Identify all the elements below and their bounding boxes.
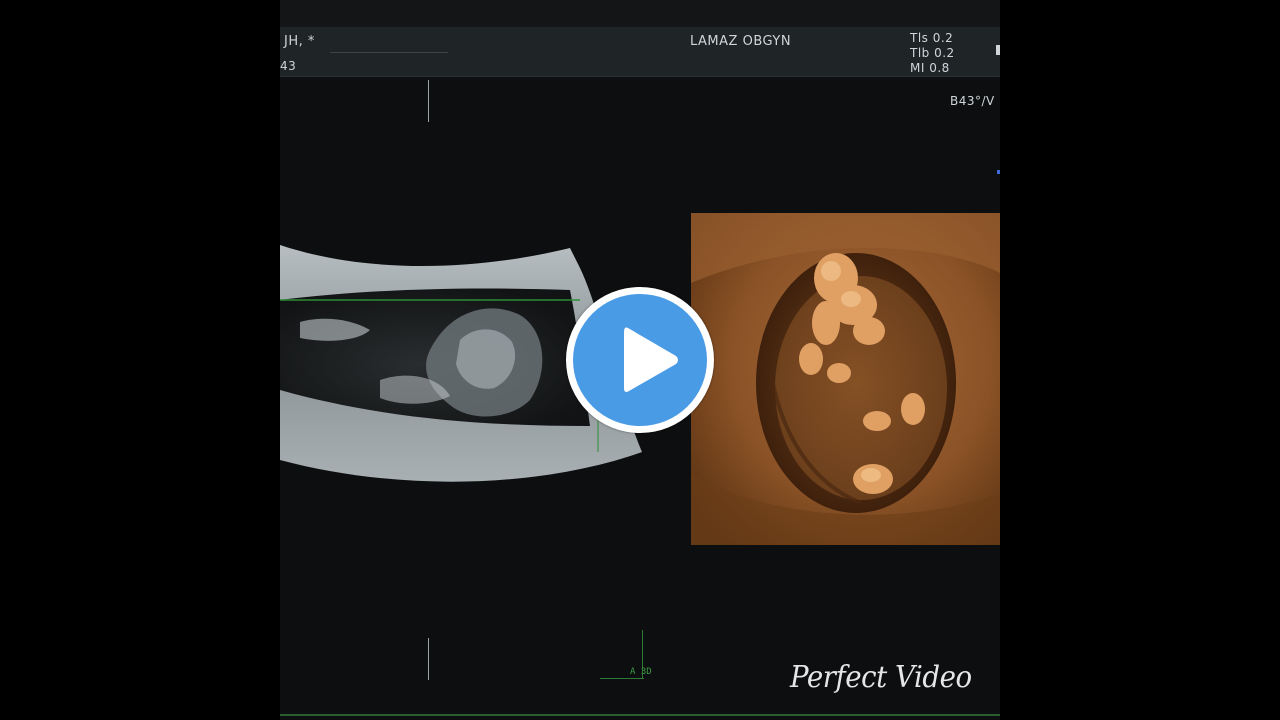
orientation-marker	[997, 170, 1000, 174]
header-divider	[330, 52, 448, 53]
thermal-indices: Tls 0.2 Tlb 0.2 MI 0.8	[910, 31, 955, 76]
video-thumbnail: JH, * 43 LAMAZ OBGYN Tls 0.2 Tlb 0.2 MI …	[0, 0, 1280, 720]
3d-rendered-fetus-image	[691, 213, 1000, 545]
bottom-baseline	[600, 678, 644, 679]
top-scan-marker	[428, 80, 429, 122]
monitor-top-strip	[280, 0, 1000, 27]
ultrasound-header-bar: JH, * 43 LAMAZ OBGYN Tls 0.2 Tlb 0.2 MI …	[280, 27, 1000, 77]
bottom-border	[280, 714, 1000, 716]
patient-id: 43	[280, 59, 297, 73]
mi-value: MI 0.8	[910, 61, 950, 75]
tis-value: Tls 0.2	[910, 31, 954, 45]
watermark-text: Perfect Video	[790, 660, 972, 695]
header-edge-mark	[996, 45, 1000, 55]
render-mode-label: A 3D	[630, 667, 652, 677]
play-icon	[624, 327, 678, 392]
bottom-scan-marker	[428, 638, 429, 680]
clinic-name: LAMAZ OBGYN	[690, 34, 792, 49]
probe-angle-label: B43°/V	[950, 94, 995, 108]
play-button[interactable]	[566, 287, 714, 433]
patient-name: JH, *	[284, 34, 315, 49]
tib-value: Tlb 0.2	[910, 46, 955, 60]
